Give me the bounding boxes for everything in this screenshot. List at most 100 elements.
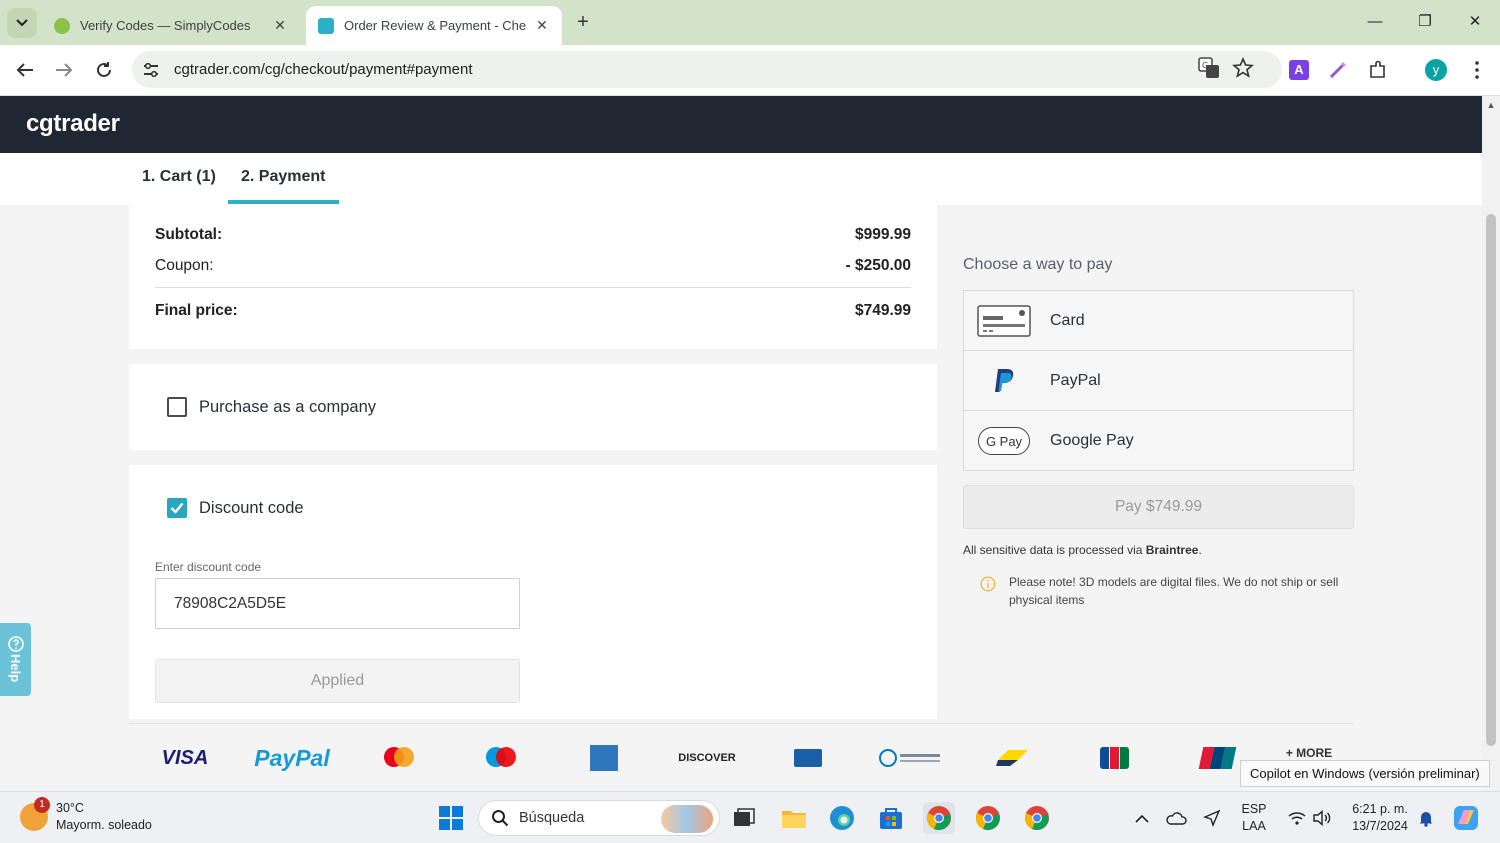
- applied-button[interactable]: Applied: [155, 659, 520, 703]
- chrome-icon-active[interactable]: [923, 802, 955, 834]
- digital-goods-note: Please note! 3D models are digital files…: [1009, 575, 1339, 607]
- search-placeholder: Búsqueda: [519, 810, 585, 826]
- minimize-button[interactable]: —: [1360, 8, 1390, 36]
- edge-icon[interactable]: [826, 802, 858, 834]
- show-hidden-icons-chevron-up-icon[interactable]: [1126, 802, 1158, 834]
- onedrive-sync-icon[interactable]: [1160, 802, 1192, 834]
- translate-icon[interactable]: G: [1198, 57, 1222, 81]
- file-explorer-icon[interactable]: [778, 802, 810, 834]
- bookmark-star-icon[interactable]: [1231, 56, 1256, 81]
- discount-code-input[interactable]: 78908C2A5D5E: [155, 578, 520, 629]
- chevron-down-icon: [16, 19, 28, 27]
- braintree-notice: All sensitive data is processed via Brai…: [963, 543, 1202, 557]
- browser-tab-bar: Verify Codes — SimplyCodes ✕ Order Revie…: [0, 0, 1500, 45]
- company-checkbox[interactable]: [167, 397, 187, 417]
- weather-sun-icon: 1: [20, 797, 50, 831]
- order-summary: Subtotal: $999.99 Coupon: - $250.00 Fina…: [129, 205, 937, 349]
- braintree-link[interactable]: Braintree: [1146, 543, 1199, 557]
- checkout-page: cgtrader 1. Cart (1) 2. Payment Subtotal…: [0, 96, 1482, 791]
- coupon-row: Coupon: - $250.00: [155, 257, 911, 275]
- copilot-icon[interactable]: [1450, 802, 1482, 834]
- more-payment-methods-link[interactable]: + MORE: [1279, 746, 1339, 760]
- svg-text:G: G: [1202, 61, 1208, 70]
- extensions-puzzle-icon[interactable]: [1366, 58, 1390, 82]
- microsoft-store-icon[interactable]: [875, 802, 907, 834]
- new-tab-button[interactable]: +: [572, 11, 594, 33]
- step-cart[interactable]: 1. Cart (1): [142, 168, 216, 186]
- final-price-label: Final price:: [155, 302, 238, 319]
- step-payment[interactable]: 2. Payment: [241, 168, 325, 186]
- tab-order-review[interactable]: Order Review & Payment - Che ✕: [306, 6, 562, 45]
- windows-taskbar: 1 30°C Mayorm. soleado Búsqueda ESP LAA …: [0, 791, 1500, 843]
- amex-logo: [589, 744, 619, 772]
- final-price-value: $749.99: [854, 302, 911, 319]
- final-price-row: Final price: $749.99: [155, 302, 911, 320]
- notification-bell-icon[interactable]: [1410, 802, 1442, 834]
- scroll-thumb[interactable]: [1486, 214, 1496, 746]
- page-scrollbar[interactable]: ▲: [1482, 96, 1500, 791]
- arrow-left-icon: [16, 63, 33, 77]
- back-button[interactable]: [12, 57, 38, 83]
- chrome-icon-profile-2[interactable]: [972, 802, 1004, 834]
- reload-icon: [97, 62, 111, 77]
- clock[interactable]: 6:21 p. m. 13/7/2024: [1344, 801, 1416, 835]
- restore-button[interactable]: ❐: [1410, 8, 1440, 36]
- payment-option-google-pay[interactable]: G Pay Google Pay: [964, 411, 1353, 471]
- chrome-icon-profile-3[interactable]: [1021, 802, 1053, 834]
- tab-simplycodes[interactable]: Verify Codes — SimplyCodes ✕: [42, 6, 300, 45]
- jcb-logo: [1099, 744, 1129, 772]
- pay-button[interactable]: Pay $749.99: [963, 485, 1354, 529]
- browser-menu-icon[interactable]: [1465, 58, 1489, 82]
- payment-option-card[interactable]: Card: [964, 291, 1353, 351]
- scroll-up-icon[interactable]: ▲: [1486, 100, 1496, 110]
- payment-logos-strip: VISA PayPal DISCOVER + MORE: [129, 723, 1354, 791]
- weather-widget[interactable]: 1 30°C Mayorm. soleado: [20, 797, 152, 834]
- maestro-logo: [483, 744, 519, 772]
- close-window-button[interactable]: ✕: [1460, 8, 1490, 36]
- payment-option-label: PayPal: [1050, 371, 1101, 389]
- discount-checkbox-label[interactable]: Discount code: [199, 499, 304, 518]
- copilot-tooltip: Copilot en Windows (versión preliminar): [1240, 760, 1490, 787]
- reload-button[interactable]: [91, 57, 117, 83]
- close-tab-icon[interactable]: ✕: [272, 17, 288, 34]
- close-tab-icon[interactable]: ✕: [534, 17, 550, 34]
- profile-avatar[interactable]: y: [1424, 58, 1448, 82]
- notice-end: .: [1198, 543, 1202, 557]
- tab-search-button[interactable]: [7, 8, 37, 38]
- site-header: cgtrader: [0, 96, 1482, 153]
- arrow-right-icon: [56, 63, 73, 77]
- help-label: Help: [8, 654, 23, 683]
- discover-logo: DISCOVER: [678, 752, 736, 764]
- task-view-icon[interactable]: [728, 802, 760, 834]
- help-tab[interactable]: Help: [0, 623, 31, 696]
- notification-badge: 1: [34, 797, 50, 813]
- discount-checkbox[interactable]: [167, 498, 187, 518]
- input-language[interactable]: ESP LAA: [1238, 801, 1270, 835]
- location-arrow-icon[interactable]: [1196, 802, 1228, 834]
- forward-button[interactable]: [51, 57, 77, 83]
- windows-start-icon[interactable]: [435, 802, 467, 834]
- address-bar[interactable]: cgtrader.com/cg/checkout/payment#payment…: [132, 51, 1282, 88]
- url-text: cgtrader.com/cg/checkout/payment#payment: [174, 61, 473, 78]
- cgtrader-favicon-icon: [318, 17, 334, 34]
- volume-icon[interactable]: [1306, 802, 1338, 834]
- company-checkbox-label[interactable]: Purchase as a company: [199, 398, 376, 417]
- discount-section: Discount code Enter discount code 78908C…: [129, 465, 937, 719]
- checkmark-icon: [170, 502, 184, 514]
- site-info-icon[interactable]: [138, 57, 164, 83]
- payment-option-label: Google Pay: [1050, 432, 1134, 449]
- summary-divider: [155, 287, 911, 288]
- question-icon: [7, 636, 24, 653]
- cgtrader-logo[interactable]: cgtrader: [26, 110, 120, 138]
- paypal-icon: [976, 363, 1032, 399]
- extension-pen-icon[interactable]: [1326, 58, 1350, 82]
- payment-heading: Choose a way to pay: [963, 256, 1113, 273]
- notice-text: All sensitive data is processed via: [963, 543, 1146, 557]
- cb-logo: [793, 744, 823, 772]
- search-highlight-icon: [661, 805, 713, 833]
- extension-a-icon[interactable]: A: [1287, 58, 1311, 82]
- weather-temp: 30°C: [56, 801, 84, 815]
- diners-club-logo: [877, 744, 945, 772]
- taskbar-search[interactable]: Búsqueda: [478, 800, 720, 836]
- payment-option-paypal[interactable]: PayPal: [964, 351, 1353, 411]
